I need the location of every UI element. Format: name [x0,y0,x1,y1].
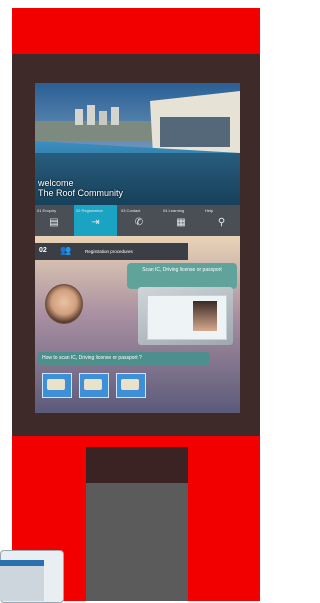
scan-instruction-bubble: Scan IC, Driving license or passport [127,263,237,289]
search-icon: ⚲ [217,217,226,228]
kiosk-screen: welcome The Roof Community 01 Enquiry ▤ … [35,83,240,413]
kiosk-top-panel [12,8,260,54]
nav-label: 03 Contact [121,208,141,213]
nav-label: 02 Registration [76,208,103,213]
step-number: 02 [39,247,47,254]
id-card-photo [193,301,217,331]
howto-thumbnail[interactable] [116,373,146,398]
nav-item-enquiry[interactable]: 01 Enquiry ▤ [35,205,73,236]
nav-item-learning[interactable]: 04 Learning ▦ [161,205,201,236]
howto-thumbnail[interactable] [79,373,109,398]
nav-item-contact[interactable]: 03 Contact ✆ [119,205,159,236]
nav-bar: 01 Enquiry ▤ 02 Registration ⇥ 03 Contac… [35,205,240,236]
howto-text: How to scan IC, Driving license or passp… [42,355,142,361]
welcome-text: welcome The Roof Community [38,178,123,198]
phone-icon: ✆ [134,217,144,228]
kiosk-stand-cap [86,447,188,483]
scan-instruction-text: Scan IC, Driving license or passport [142,267,222,273]
howto-thumbnail[interactable] [42,373,72,398]
community-name: The Roof Community [38,188,124,198]
grid-icon: ▦ [176,217,186,228]
welcome-line: welcome [38,178,74,188]
howto-bubble[interactable]: How to scan IC, Driving license or passp… [38,352,210,365]
people-icon: 👥 [60,245,72,255]
document-icon: ▤ [49,217,59,228]
nav-label: Help [205,208,214,213]
nav-item-registration[interactable]: 02 Registration ⇥ [74,205,117,236]
nav-label: 01 Enquiry [37,208,57,213]
step-title: Registration procedures [85,249,133,254]
nav-label: 04 Learning [163,208,185,213]
arrow-icon: ⇥ [91,217,100,228]
person-avatar [45,284,83,324]
nav-item-help[interactable]: Help ⚲ [203,205,240,236]
device-screen [0,566,44,601]
